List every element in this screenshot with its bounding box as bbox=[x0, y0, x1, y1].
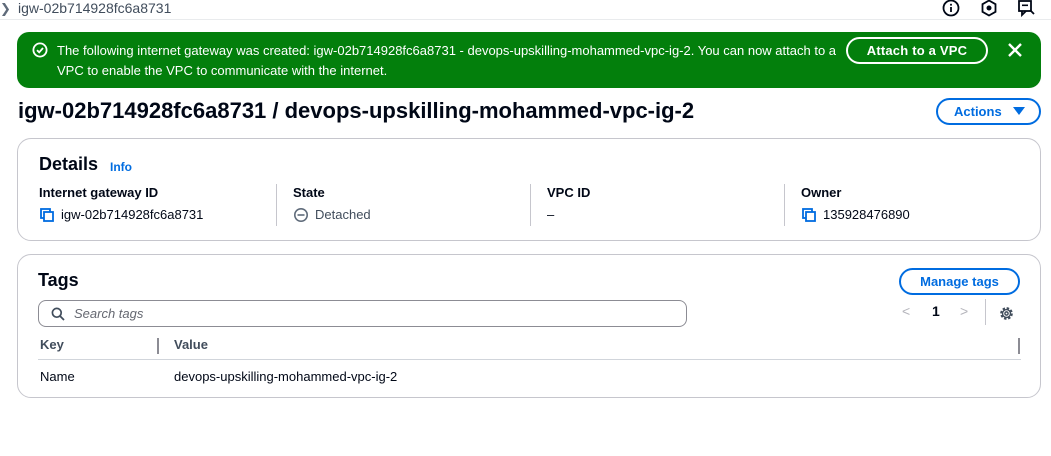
field-label: Owner bbox=[801, 185, 842, 200]
current-page[interactable]: 1 bbox=[932, 303, 940, 319]
flash-message: The following internet gateway was creat… bbox=[57, 43, 837, 78]
field-value: 135928476890 bbox=[801, 206, 1031, 224]
attach-to-vpc-button[interactable]: Attach to a VPC bbox=[846, 37, 988, 64]
table-divider bbox=[38, 359, 1021, 360]
divider bbox=[985, 299, 986, 325]
field-state: State Detached bbox=[293, 184, 523, 228]
next-page-icon[interactable]: > bbox=[960, 303, 968, 319]
caret-down-icon bbox=[1013, 107, 1025, 115]
actions-label: Actions bbox=[954, 104, 1002, 119]
column-resizer[interactable] bbox=[157, 338, 159, 354]
page-title: igw-02b714928fc6a8731 / devops-upskillin… bbox=[18, 98, 695, 123]
divider bbox=[530, 184, 531, 226]
status-stopped-icon bbox=[293, 207, 309, 223]
field-label: State bbox=[293, 185, 325, 200]
field-vpc-id: VPC ID – bbox=[547, 184, 777, 228]
vpc-id-value: – bbox=[547, 207, 555, 222]
search-icon bbox=[51, 307, 65, 321]
chevron-right-icon[interactable]: ❯ bbox=[0, 1, 11, 17]
details-container: Details Info Internet gateway ID igw-02b… bbox=[17, 138, 1041, 241]
close-icon[interactable] bbox=[1005, 40, 1025, 60]
manage-tags-button[interactable]: Manage tags bbox=[899, 268, 1020, 295]
column-header-key[interactable]: Key bbox=[40, 337, 64, 352]
top-bar: ❯ igw-02b714928fc6a8731 bbox=[0, 0, 1051, 20]
previous-page-icon[interactable]: < bbox=[902, 303, 910, 319]
field-owner: Owner 135928476890 bbox=[801, 184, 1031, 228]
success-icon bbox=[32, 42, 48, 58]
field-label: VPC ID bbox=[547, 185, 591, 200]
info-icon[interactable] bbox=[941, 0, 961, 18]
search-tags-input[interactable] bbox=[74, 304, 674, 323]
tags-heading: Tags bbox=[38, 270, 79, 290]
state-value: Detached bbox=[315, 207, 371, 222]
gear-icon[interactable] bbox=[998, 305, 1015, 322]
field-label: Internet gateway ID bbox=[39, 185, 159, 200]
divider bbox=[276, 184, 277, 226]
table-cell-value: devops-upskilling-mohammed-vpc-ig-2 bbox=[174, 369, 398, 384]
actions-button[interactable]: Actions bbox=[936, 98, 1041, 125]
field-value: igw-02b714928fc6a8731 bbox=[39, 206, 269, 224]
feedback-icon[interactable] bbox=[1016, 0, 1036, 18]
gateway-id-value: igw-02b714928fc6a8731 bbox=[61, 207, 204, 222]
info-link[interactable]: Info bbox=[110, 160, 132, 174]
success-flash: The following internet gateway was creat… bbox=[17, 32, 1041, 88]
column-header-value[interactable]: Value bbox=[174, 337, 208, 352]
column-resizer[interactable] bbox=[1018, 338, 1020, 354]
copy-icon[interactable] bbox=[801, 207, 817, 223]
table-cell-key: Name bbox=[40, 369, 75, 384]
divider bbox=[784, 184, 785, 226]
security-icon[interactable] bbox=[979, 0, 999, 18]
search-field[interactable] bbox=[38, 300, 687, 327]
copy-icon[interactable] bbox=[39, 207, 55, 223]
field-value: – bbox=[547, 206, 777, 224]
details-heading: Details bbox=[39, 154, 99, 174]
field-internet-gateway-id: Internet gateway ID igw-02b714928fc6a873… bbox=[39, 184, 269, 228]
breadcrumb[interactable]: igw-02b714928fc6a8731 bbox=[18, 0, 171, 16]
owner-value: 135928476890 bbox=[823, 207, 910, 222]
field-value: Detached bbox=[293, 206, 523, 224]
tags-container: Tags Manage tags < 1 > Key Value Name de… bbox=[17, 254, 1041, 398]
